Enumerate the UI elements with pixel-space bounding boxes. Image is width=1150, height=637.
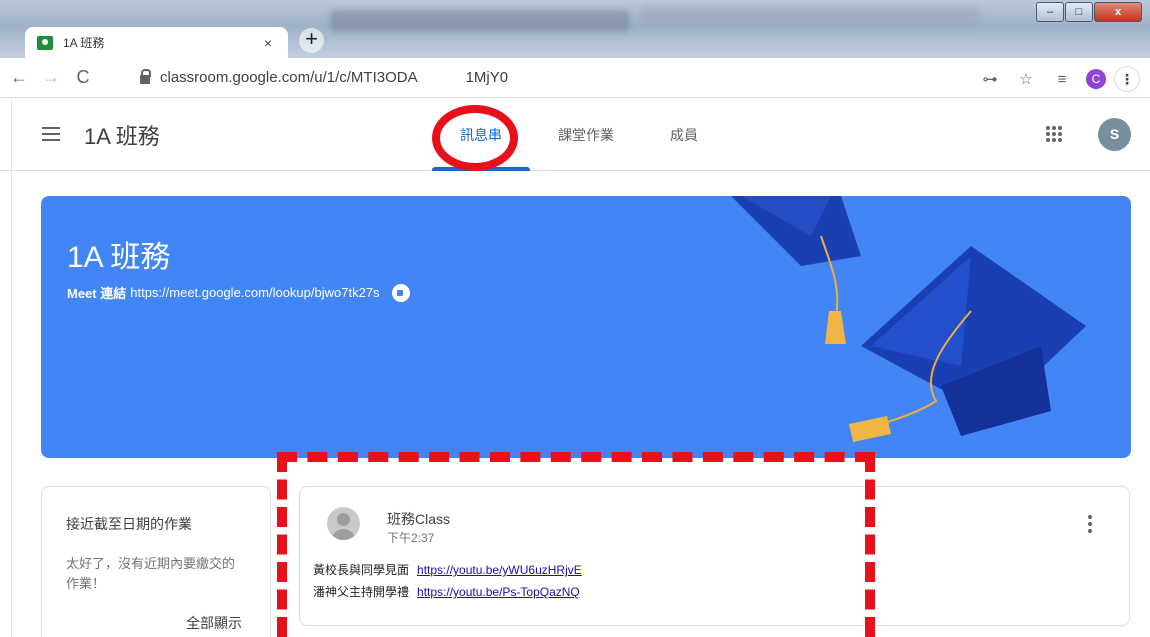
url-text: classroom.google.com/u/1/c/MTI3ODA (160, 68, 418, 86)
toolbar-actions: ⊶ ☆ ≡ C ⋮ (968, 66, 1140, 92)
profile-avatar[interactable]: C (1086, 69, 1106, 89)
class-banner: 1A 班務 Meet 連結 https://meet.google.com/lo… (41, 196, 1131, 458)
url-text-tail: 1MjY0 (465, 68, 509, 86)
close-tab-icon[interactable]: × (258, 35, 278, 51)
annotation-circle (432, 105, 518, 171)
classroom-favicon-icon (37, 35, 53, 50)
left-gutter (0, 99, 12, 637)
browser-window: 1A 班務 × + – □ x ← → C classroom.google.c… (0, 0, 1150, 637)
forward-arrow-icon[interactable]: → (38, 67, 64, 88)
address-bar[interactable]: classroom.google.com/u/1/c/MTI3ODA 1MjY0 (140, 63, 1020, 91)
upcoming-card: 接近截至日期的作業 太好了，沒有近期內要繳交的作業！ 全部顯示 (41, 486, 271, 637)
star-icon[interactable]: ☆ (1012, 70, 1040, 88)
tab-title: 1A 班務 (63, 36, 105, 50)
browser-menu-icon[interactable]: ⋮ (1114, 66, 1140, 92)
browser-tab-active[interactable]: 1A 班務 × (25, 27, 288, 58)
meet-label: Meet 連結 (67, 286, 127, 301)
upcoming-message: 太好了，沒有近期內要繳交的作業！ (66, 556, 236, 591)
lock-icon (140, 68, 151, 84)
class-title[interactable]: 1A 班務 (84, 119, 160, 151)
blurred-tab-content (330, 10, 630, 32)
maximize-button[interactable]: □ (1065, 2, 1093, 22)
tab-classwork[interactable]: 課堂作業 (530, 99, 642, 171)
video-camera-icon[interactable] (391, 283, 410, 302)
banner-title: 1A 班務 (67, 241, 171, 274)
key-icon[interactable]: ⊶ (976, 70, 1004, 88)
hamburger-menu-icon[interactable] (42, 127, 60, 141)
meet-url[interactable]: https://meet.google.com/lookup/bjwo7tk27… (130, 285, 379, 300)
close-window-button[interactable]: x (1094, 2, 1142, 22)
tab-people[interactable]: 成員 (642, 99, 726, 171)
reading-list-icon[interactable]: ≡ (1048, 71, 1076, 88)
apps-grid-icon[interactable] (1046, 126, 1062, 142)
tab-strip: 1A 班務 × + – □ x (0, 0, 1150, 58)
more-options-icon[interactable] (1088, 515, 1092, 533)
annotation-dashed-box (277, 452, 875, 637)
view-all-link[interactable]: 全部顯示 (186, 613, 242, 633)
browser-toolbar: ← → C classroom.google.com/u/1/c/MTI3ODA… (0, 58, 1150, 98)
blurred-title-content (640, 6, 980, 26)
meet-link-row: Meet 連結 https://meet.google.com/lookup/b… (67, 283, 410, 302)
window-controls: – □ x (1035, 2, 1142, 22)
classroom-header: 1A 班務 訊息串 課堂作業 成員 S (0, 99, 1150, 171)
account-avatar[interactable]: S (1098, 118, 1131, 151)
upcoming-title: 接近截至日期的作業 (66, 516, 192, 532)
reload-icon[interactable]: C (70, 67, 96, 88)
graduation-caps-illustration (731, 196, 1086, 442)
minimize-button[interactable]: – (1036, 2, 1064, 22)
new-tab-button[interactable]: + (299, 28, 324, 53)
back-arrow-icon[interactable]: ← (6, 67, 32, 88)
